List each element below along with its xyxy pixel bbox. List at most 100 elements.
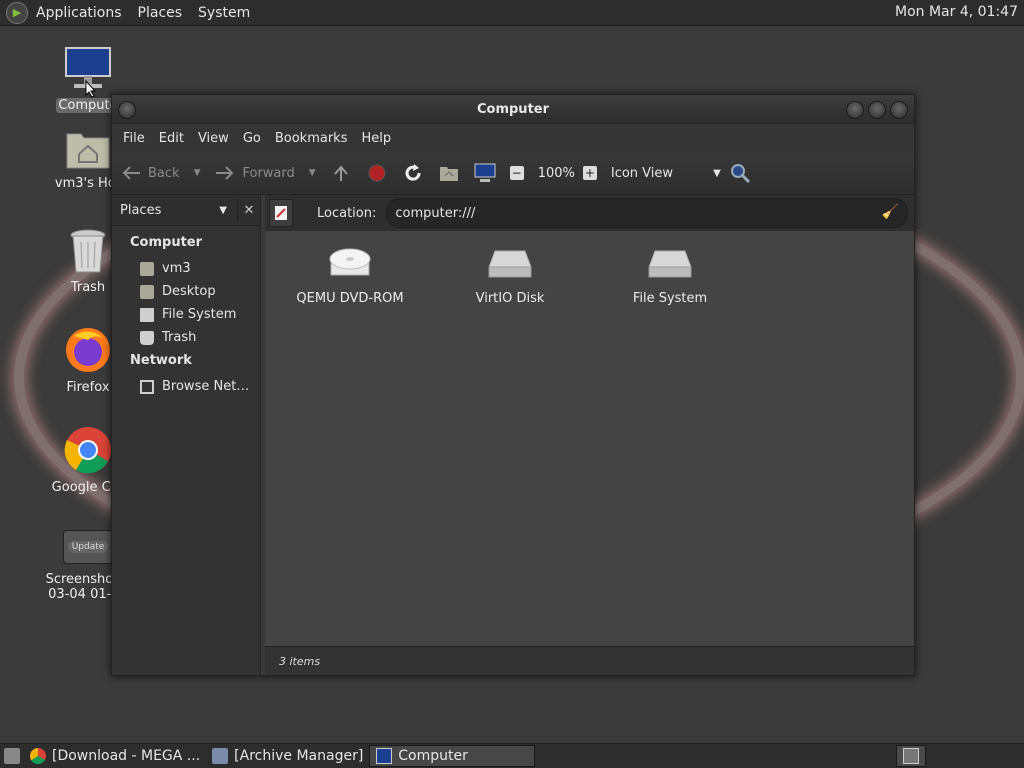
top-panel: ▶ Applications Places System Mon Mar 4, … xyxy=(0,0,1024,26)
location-value: computer:/// xyxy=(395,205,476,221)
back-button[interactable]: Back xyxy=(120,162,180,184)
chrome-icon xyxy=(30,748,46,764)
menu-file[interactable]: File xyxy=(116,131,152,146)
menubar: File Edit View Go Bookmarks Help xyxy=(112,124,914,152)
menu-edit[interactable]: Edit xyxy=(152,131,191,146)
close-button[interactable] xyxy=(890,101,908,119)
file-item[interactable]: File System xyxy=(605,245,735,306)
window-titlebar[interactable]: Computer xyxy=(112,95,914,124)
file-item-label: VirtIO Disk xyxy=(475,291,545,306)
sidebar-item-filesystem[interactable]: File System xyxy=(112,303,260,326)
status-bar: 3 items xyxy=(265,646,914,675)
file-item[interactable]: VirtIO Disk xyxy=(445,245,575,306)
location-bar: Location: computer:/// 🧹 xyxy=(265,195,914,232)
filesystem-icon xyxy=(140,307,154,322)
sidebar-item-label: Desktop xyxy=(162,284,216,299)
taskbar-item-mega[interactable]: [Download - MEGA ... xyxy=(24,746,206,766)
home-folder-icon xyxy=(140,261,154,276)
sidebar-item-browse-network[interactable]: Browse Net… xyxy=(112,375,260,398)
trash-icon xyxy=(140,330,154,345)
view-mode-select[interactable]: Icon View ▼ xyxy=(611,166,721,181)
forward-label: Forward xyxy=(242,165,295,181)
clear-icon[interactable]: 🧹 xyxy=(882,204,899,220)
computer-icon xyxy=(474,162,496,184)
network-icon xyxy=(140,379,154,394)
computer-button[interactable] xyxy=(474,162,502,184)
toggle-location-button[interactable] xyxy=(269,199,293,227)
optical-drive-icon xyxy=(329,248,371,276)
workspace-switcher[interactable] xyxy=(896,745,926,767)
zoom-in-button[interactable]: + xyxy=(582,166,603,180)
sidebar-type-label[interactable]: Places xyxy=(120,203,219,218)
hard-disk-icon xyxy=(648,250,692,278)
window-title: Computer xyxy=(476,102,550,117)
zoom-out-icon: − xyxy=(509,166,524,180)
stop-button[interactable] xyxy=(366,162,394,184)
file-item-label: QEMU DVD-ROM xyxy=(296,291,404,306)
window-menu-button[interactable] xyxy=(118,101,136,119)
zoom-out-button[interactable]: − xyxy=(509,166,530,180)
forward-history-dropdown-icon[interactable]: ▼ xyxy=(309,168,316,178)
back-history-dropdown-icon[interactable]: ▼ xyxy=(194,168,201,178)
workspace-icon xyxy=(903,748,919,764)
sidebar-item-desktop[interactable]: Desktop xyxy=(112,280,260,303)
up-arrow-icon xyxy=(330,162,352,184)
sidebar-item-label: Browse Net… xyxy=(162,379,250,394)
sidebar-section-network: Network xyxy=(130,353,192,368)
edit-icon xyxy=(275,206,287,220)
taskbar-item-label: [Download - MEGA ... xyxy=(52,748,201,764)
menu-bookmarks[interactable]: Bookmarks xyxy=(268,131,355,146)
file-manager-window: Computer File Edit View Go Bookmarks Hel… xyxy=(111,94,915,676)
home-button[interactable] xyxy=(438,162,466,184)
update-badge: Update xyxy=(67,541,109,553)
bottom-panel: [Download - MEGA ... [Archive Manager] C… xyxy=(0,743,1024,768)
file-item[interactable]: QEMU DVD-ROM xyxy=(285,245,415,306)
sidebar-item-trash[interactable]: Trash xyxy=(112,326,260,349)
location-input[interactable]: computer:/// 🧹 xyxy=(386,198,908,228)
reload-icon xyxy=(402,162,424,184)
screenshot-icon: Update xyxy=(63,530,113,564)
search-icon xyxy=(729,162,751,184)
chevron-down-icon: ▼ xyxy=(713,167,721,179)
main-pane: Location: computer:/// 🧹 QEMU DVD-ROM Vi… xyxy=(265,195,914,675)
taskbar-item-computer[interactable]: Computer xyxy=(369,745,536,767)
close-sidebar-icon[interactable]: ✕ xyxy=(237,199,260,221)
menu-go[interactable]: Go xyxy=(236,131,268,146)
reload-button[interactable] xyxy=(402,162,430,184)
menu-help[interactable]: Help xyxy=(354,131,398,146)
sidebar-item-label: File System xyxy=(162,307,237,322)
places-menu[interactable]: Places xyxy=(130,5,191,21)
stop-icon xyxy=(366,162,388,184)
toolbar: Back ▼ Forward ▼ − 100% + Icon View ▼ xyxy=(112,152,914,195)
minimize-button[interactable] xyxy=(846,101,864,119)
chevron-down-icon[interactable]: ▼ xyxy=(219,205,227,216)
sidebar: Places ▼ ✕ Computer vm3 Desktop File Sys… xyxy=(112,195,261,675)
hard-disk-icon xyxy=(488,250,532,278)
mate-logo-icon[interactable]: ▶ xyxy=(6,1,28,24)
up-button[interactable] xyxy=(330,162,358,184)
taskbar-item-archive-manager[interactable]: [Archive Manager] xyxy=(206,746,369,766)
maximize-button[interactable] xyxy=(868,101,886,119)
window-body: Places ▼ ✕ Computer vm3 Desktop File Sys… xyxy=(112,195,914,675)
show-desktop-button[interactable] xyxy=(0,746,24,766)
clock[interactable]: Mon Mar 4, 01:47 xyxy=(895,4,1018,20)
sidebar-item-label: vm3 xyxy=(162,261,191,276)
applications-menu[interactable]: Applications xyxy=(28,5,130,21)
sidebar-item-vm3[interactable]: vm3 xyxy=(112,257,260,280)
mouse-cursor-icon xyxy=(85,80,97,98)
zoom-level[interactable]: 100% xyxy=(538,166,575,181)
search-button[interactable] xyxy=(729,162,757,184)
icon-view[interactable]: QEMU DVD-ROM VirtIO Disk File System xyxy=(265,231,914,647)
home-folder-icon xyxy=(66,133,110,169)
trash-icon xyxy=(70,229,106,273)
chrome-icon xyxy=(64,427,111,474)
file-item-label: File System xyxy=(632,291,708,306)
show-desktop-icon xyxy=(4,748,20,764)
back-label: Back xyxy=(148,165,180,181)
desktop-folder-icon xyxy=(140,284,154,299)
location-label: Location: xyxy=(317,205,377,221)
forward-button[interactable]: Forward xyxy=(214,162,295,184)
system-menu[interactable]: System xyxy=(190,5,258,21)
view-mode-label: Icon View xyxy=(610,165,674,181)
menu-view[interactable]: View xyxy=(191,131,236,146)
